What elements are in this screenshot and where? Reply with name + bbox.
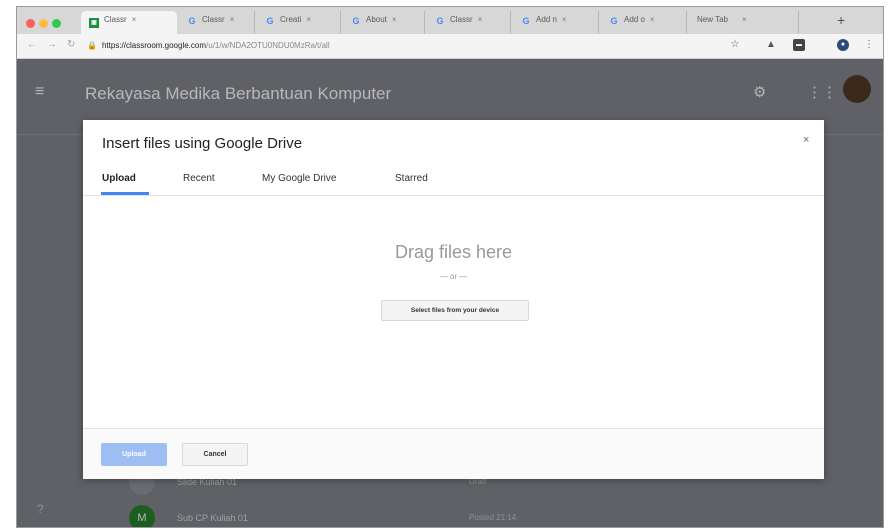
google-icon: G [610,16,618,26]
tab-close-icon[interactable]: × [650,15,655,24]
profile-avatar-icon[interactable]: ● [837,39,849,51]
minimize-window-button[interactable] [39,19,48,28]
drive-extension-icon[interactable]: ▲ [765,39,777,51]
drive-picker-dialog: Insert files using Google Drive × Upload… [83,120,824,479]
reload-icon[interactable]: ↻ [67,39,75,50]
gear-icon[interactable]: ⚙ [753,83,766,101]
browser-tab[interactable]: G About × [343,11,425,34]
browser-tab[interactable]: G Add o × [601,11,687,34]
tab-close-icon[interactable]: × [742,15,747,24]
close-window-button[interactable] [26,19,35,28]
close-icon[interactable]: × [803,134,809,146]
select-files-button[interactable]: Select files from your device [381,300,529,321]
tab-my-google-drive[interactable]: My Google Drive [262,173,336,184]
tab-close-icon[interactable]: × [392,15,397,24]
tab-strip: ▣ Classr × G Classr × G Creati × G About × G Clas… [17,7,883,34]
google-icon: G [266,16,274,26]
lock-icon: 🔒 [87,41,97,50]
classroom-icon: ▣ [89,18,99,28]
tab-close-icon[interactable]: × [132,15,137,24]
help-icon[interactable]: ? [37,502,44,516]
picker-tabs: Upload Recent My Google Drive Starred [83,160,824,196]
maximize-window-button[interactable] [52,19,61,28]
browser-tab[interactable]: G Creati × [257,11,341,34]
address-bar: ← → ↻ 🔒 https://classroom.google.com/u/1/… [17,34,883,59]
window-controls [26,15,65,33]
tab-close-icon[interactable]: × [230,15,235,24]
google-icon: G [352,16,360,26]
or-separator: — or — [439,272,468,281]
tab-close-icon[interactable]: × [306,15,311,24]
apps-grid-icon[interactable]: ⋮⋮ [807,83,837,101]
drop-zone[interactable]: Drag files here — or — Select files from… [83,196,824,428]
url-field[interactable]: 🔒 https://classroom.google.com/u/1/w/NDA2… [87,38,727,54]
dialog-title: Insert files using Google Drive [102,135,303,152]
browser-tab-classroom[interactable]: ▣ Classr × [81,11,177,34]
browser-tab-new-tab[interactable]: New Tab × [689,11,799,34]
active-tab-indicator [101,192,149,195]
hamburger-menu-icon[interactable]: ≡ [35,83,44,101]
google-icon: G [522,16,530,26]
browser-tab[interactable]: G Add n × [513,11,599,34]
google-icon: G [436,16,444,26]
avatar[interactable] [843,75,871,103]
class-title: Rekayasa Medika Berbantuan Komputer [85,84,392,103]
forward-arrow-icon[interactable]: → [47,39,57,50]
tab-recent[interactable]: Recent [183,173,215,184]
browser-window: ▣ Classr × G Classr × G Creati × G About × G Clas… [16,6,884,528]
tab-upload[interactable]: Upload [102,173,136,184]
upload-button[interactable]: Upload [101,443,167,466]
browser-tab[interactable]: G Classr × [179,11,255,34]
google-icon: G [188,16,196,26]
new-tab-button[interactable]: + [837,12,845,28]
extension-icon[interactable]: ▬ [793,39,805,51]
drag-files-text: Drag files here [394,242,513,262]
bookmark-star-icon[interactable]: ☆ [729,39,741,51]
tab-close-icon[interactable]: × [478,15,483,24]
dialog-footer: Upload Cancel [83,428,824,479]
material-icon: M [129,505,155,527]
cancel-button[interactable]: Cancel [182,443,248,466]
browser-tab[interactable]: G Classr × [427,11,511,34]
more-menu-icon[interactable]: ⋮ [863,39,875,51]
back-arrow-icon[interactable]: ← [27,39,37,50]
tab-close-icon[interactable]: × [562,15,567,24]
tab-starred[interactable]: Starred [395,173,428,184]
